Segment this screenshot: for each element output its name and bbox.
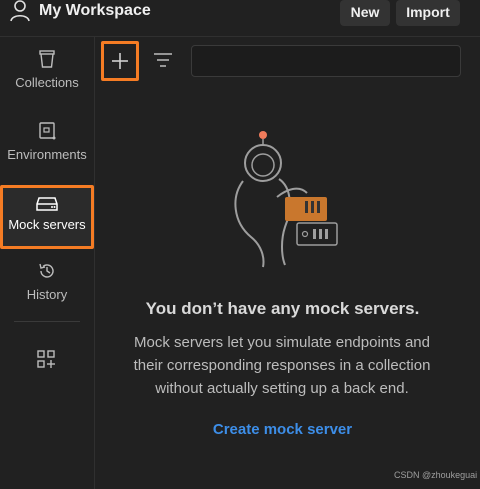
mock-servers-panel: You don’t have any mock servers. Mock se…	[95, 37, 480, 489]
environment-icon	[39, 122, 56, 140]
search-input[interactable]	[191, 45, 461, 77]
watermark: CSDN @zhoukeguai	[394, 470, 478, 480]
collections-icon	[39, 50, 55, 68]
plus-icon	[112, 53, 128, 69]
history-icon	[39, 263, 54, 278]
sidebar: Collections Environments Mock servers Hi…	[0, 37, 95, 489]
empty-state-title: You don’t have any mock servers.	[145, 299, 420, 318]
astronaut-illustration	[234, 131, 338, 268]
sidebar-divider	[14, 321, 80, 322]
filter-icon[interactable]	[153, 51, 173, 69]
server-icon	[36, 197, 58, 211]
import-button[interactable]: Import	[396, 0, 460, 26]
add-mock-server-button[interactable]	[101, 41, 139, 81]
new-button[interactable]: New	[340, 0, 390, 26]
empty-state-description: Mock servers let you simulate endpoints …	[111, 331, 453, 400]
workspace-title[interactable]: My Workspace	[39, 2, 151, 20]
sidebar-item-collections[interactable]: Collections	[0, 49, 94, 117]
description-line: their corresponding responses in a colle…	[133, 357, 431, 374]
sidebar-item-configure[interactable]	[0, 349, 94, 375]
sidebar-item-label: History	[26, 287, 68, 302]
sidebar-item-label: Environments	[7, 147, 87, 162]
top-header: My Workspace New Import	[0, 0, 480, 37]
sidebar-item-mock-servers[interactable]: Mock servers	[0, 185, 94, 249]
sidebar-item-history[interactable]: History	[0, 261, 94, 329]
user-icon	[10, 0, 30, 22]
sidebar-item-label: Collections	[15, 75, 79, 90]
description-line: without actually setting up a back end.	[155, 380, 409, 397]
create-mock-server-link[interactable]: Create mock server	[95, 421, 470, 438]
sidebar-item-label: Mock servers	[8, 217, 86, 232]
sidebar-item-environments[interactable]: Environments	[0, 121, 94, 189]
add-workbench-icon	[37, 350, 55, 368]
description-line: Mock servers let you simulate endpoints …	[134, 334, 430, 351]
